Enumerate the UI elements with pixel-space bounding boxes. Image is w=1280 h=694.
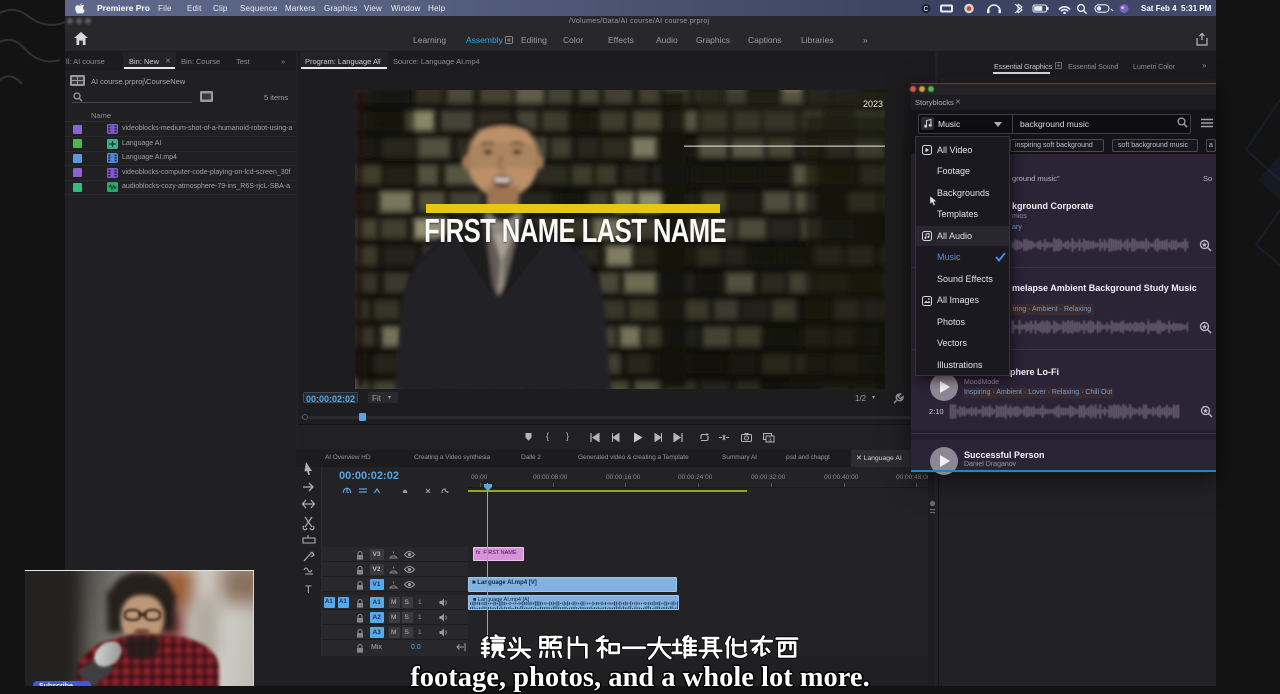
svg-text:3: 3: [769, 438, 772, 443]
svg-text:C: C: [923, 6, 928, 13]
svg-text:2023: 2023: [863, 99, 883, 109]
svg-text:T: T: [305, 584, 312, 596]
